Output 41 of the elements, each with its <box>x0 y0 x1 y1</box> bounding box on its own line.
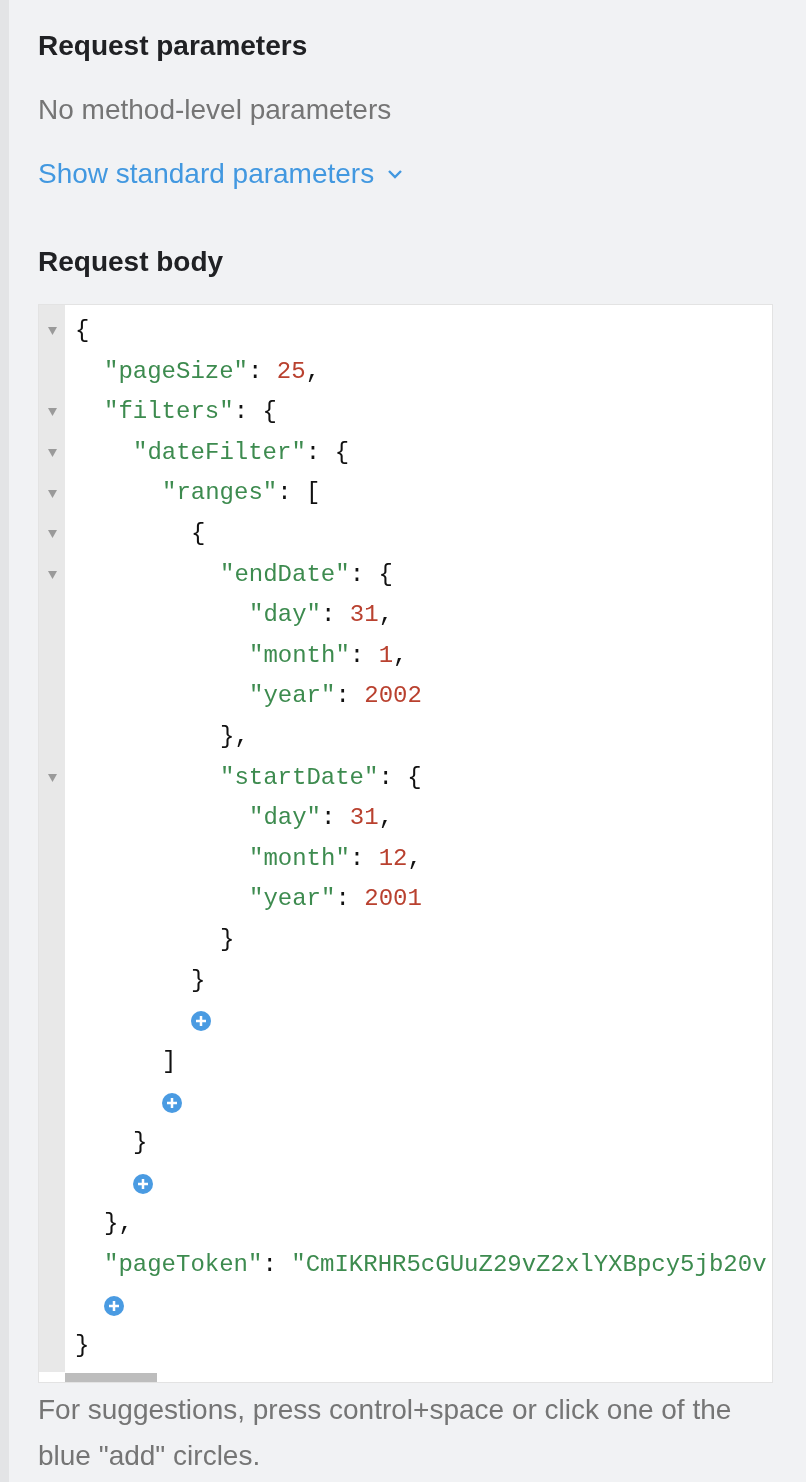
code-line: } <box>74 1330 90 1361</box>
fold-triangle-icon[interactable] <box>47 489 57 498</box>
code-line: "pageSize": 25, <box>103 356 321 387</box>
code-line: "month": 1, <box>248 640 408 671</box>
code-line: "day": 31, <box>248 803 394 834</box>
code-line: } <box>190 965 206 996</box>
chevron-icon <box>386 168 405 180</box>
code-line: } <box>132 1127 148 1158</box>
code-editor[interactable] <box>38 304 773 1384</box>
code-line: }, <box>219 721 249 752</box>
empty-parameters-note: No method-level parameters <box>38 93 393 127</box>
add-icon[interactable] <box>162 1092 182 1113</box>
show-standard-parameters-link[interactable]: Show standard parameters <box>38 154 405 194</box>
fold-triangle-icon[interactable] <box>47 449 57 458</box>
code-line: "month": 12, <box>248 843 422 874</box>
code-line: "dateFilter": { <box>132 437 350 468</box>
code-line: "year": 2001 <box>248 884 422 915</box>
fold-triangle-icon[interactable] <box>47 530 57 539</box>
fold-triangle-icon[interactable] <box>47 570 57 579</box>
code-line: "startDate": { <box>219 762 422 793</box>
horizontal-scrollbar[interactable] <box>65 1373 157 1383</box>
section-heading: Request parameters <box>38 29 309 63</box>
add-icon[interactable] <box>133 1173 153 1194</box>
code-line: { <box>74 316 90 346</box>
code-line: "year": 2002 <box>248 681 422 712</box>
code-line: "ranges": [ <box>161 478 321 509</box>
fold-triangle-icon[interactable] <box>47 408 57 417</box>
code-line: ] <box>161 1046 177 1077</box>
add-icon[interactable] <box>104 1295 124 1316</box>
code-line: { <box>190 518 206 549</box>
section-heading: Request body <box>38 245 225 279</box>
code-line: }, <box>103 1209 133 1240</box>
editor-hint: For suggestions, press control+space or click one of the blue "add" circles. <box>38 1393 733 1474</box>
add-icon[interactable] <box>191 1011 211 1032</box>
code-line: "day": 31, <box>248 600 394 631</box>
code-line: "pageToken": "CmIKRHR5cGUuZ29vZ2xlYXBpcy5jb20v <box>103 1249 767 1280</box>
fold-triangle-icon[interactable] <box>47 327 57 336</box>
fold-triangle-icon[interactable] <box>47 773 57 782</box>
code-line: "endDate": { <box>219 559 393 590</box>
code-line: "filters": { <box>103 397 277 428</box>
code-line: } <box>219 924 235 955</box>
